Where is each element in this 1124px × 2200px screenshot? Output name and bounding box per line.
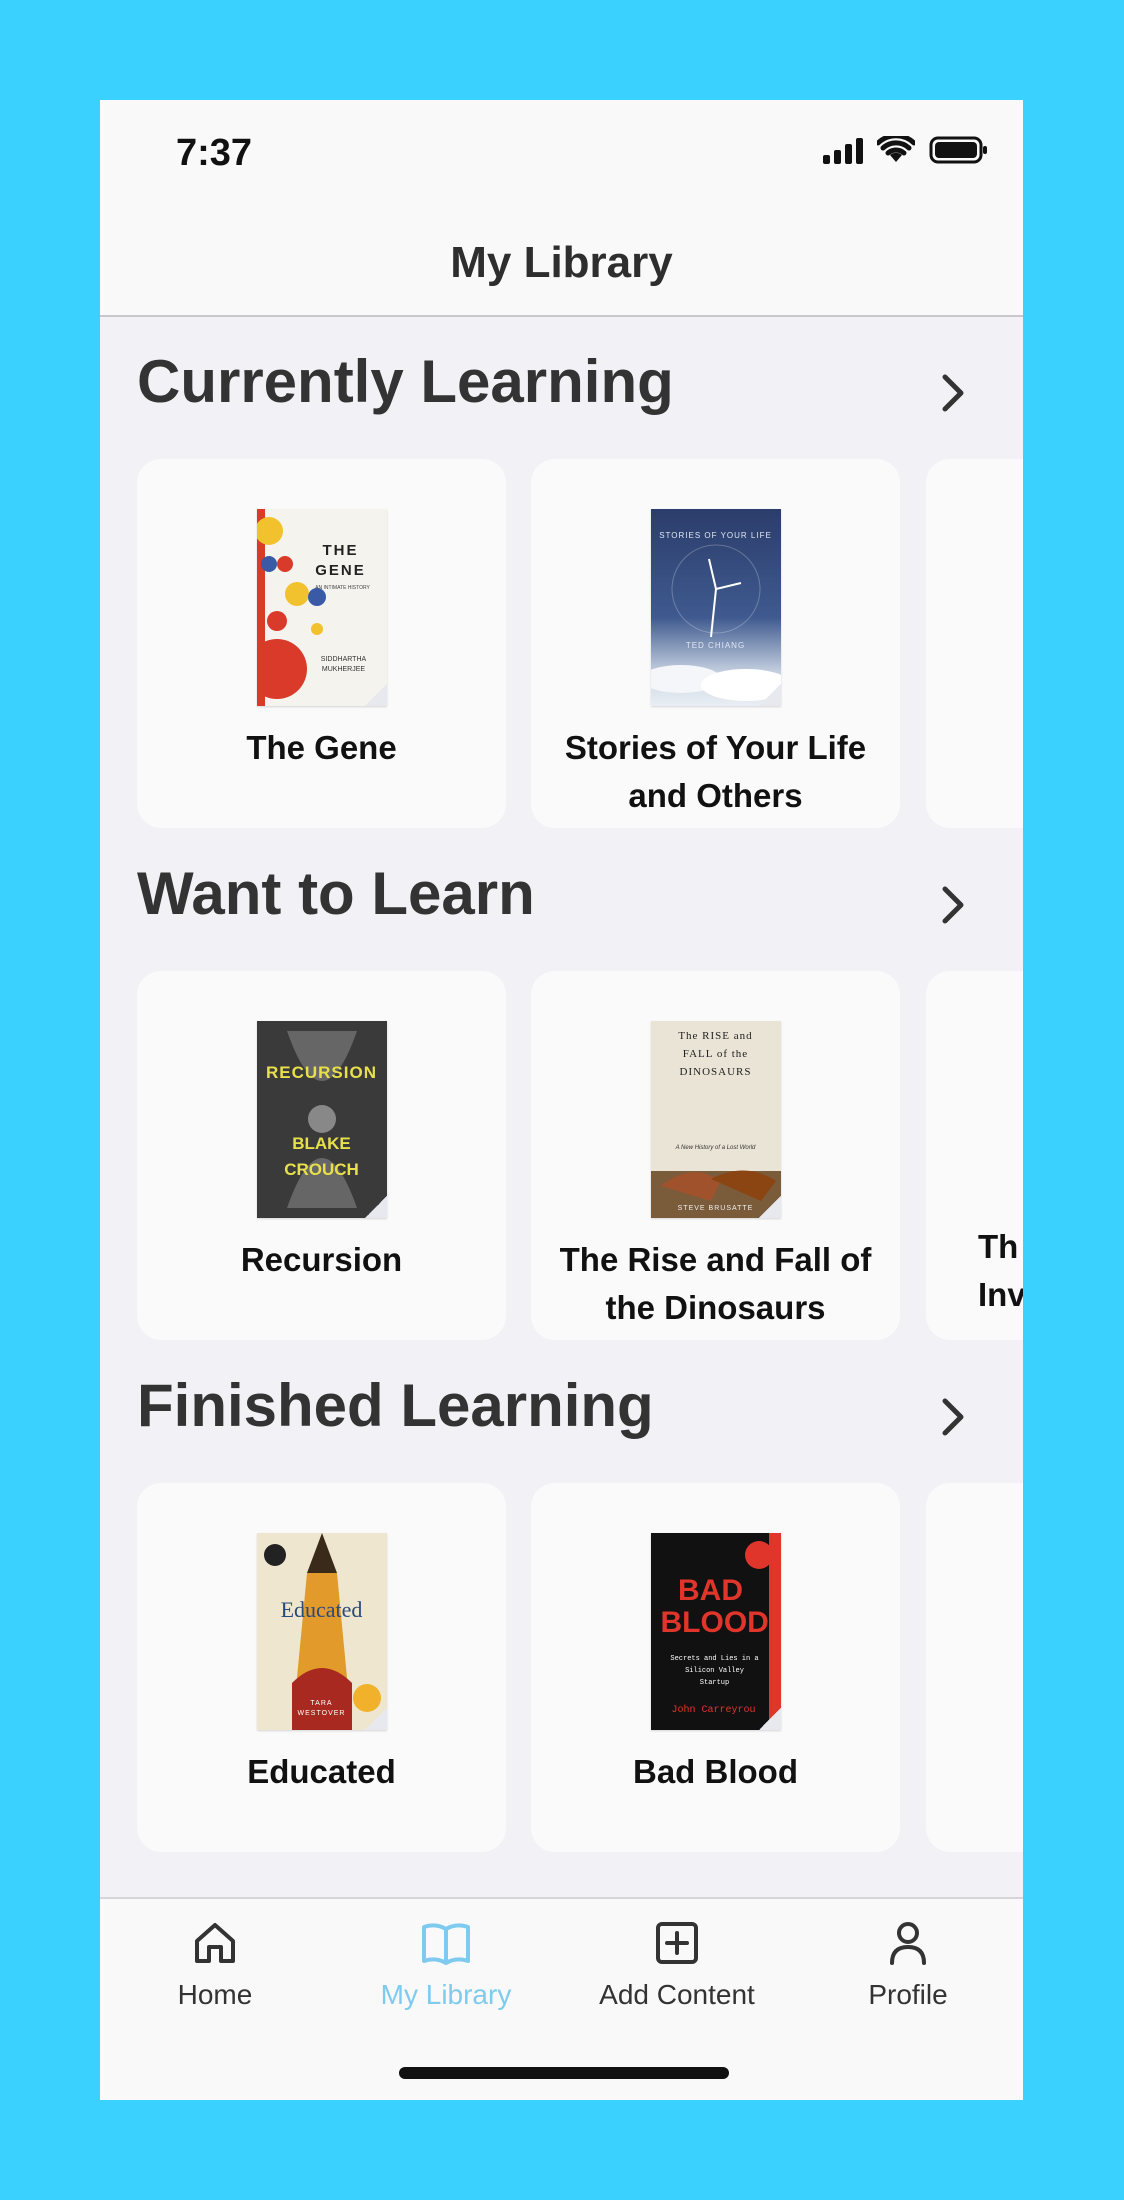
home-icon (195, 1923, 235, 1963)
cover-author: John Carreyrou (671, 1705, 756, 1716)
home-indicator (399, 2067, 729, 2079)
book-cover-image: THE GENE AN INTIMATE HISTORY SIDDHARTHA … (256, 509, 387, 706)
cover-headline: The RISE and FALL of the DINOSAURS (678, 1030, 753, 1078)
status-time: 7:37 (176, 132, 253, 174)
cover-headline: Educated (280, 1597, 363, 1622)
book-card[interactable]: BAD BLOOD Secrets and Lies in a Silicon … (531, 1483, 900, 1852)
tab-add-content[interactable]: Add Content (562, 1919, 792, 2011)
cover-author: STEVE BRUSATTE (677, 1205, 754, 1212)
cover-headline: RECURSION (265, 1063, 377, 1082)
page-title: My Library (450, 237, 673, 287)
chevron-right-icon[interactable] (933, 373, 973, 413)
cellular-signal-icon (823, 136, 863, 164)
book-card[interactable]: RECURSION BLAKE CROUCH Recursion (137, 971, 506, 1340)
cover-author: BLAKE CROUCH (284, 1134, 359, 1179)
tab-label: Add Content (599, 1979, 755, 2010)
tab-home[interactable]: Home (100, 1919, 330, 2011)
cover-subtitle: AN INTIMATE HISTORY (315, 585, 370, 591)
chevron-right-icon[interactable] (933, 1397, 973, 1437)
cover-subtitle: A New History of a Lost World (675, 1145, 756, 1151)
section-title: Currently Learning (137, 348, 674, 415)
section-header: Want to Learn (100, 829, 1023, 949)
tab-label: My Library (380, 1979, 512, 2010)
book-title: Recursion (240, 1241, 403, 1278)
tab-profile[interactable]: Profile (793, 1919, 1023, 2011)
book-title: Stories of Your Life and Others (564, 729, 867, 814)
book-title: The Rise and Fall of the Dinosaurs (559, 1241, 872, 1326)
page-curl (364, 684, 387, 706)
book-card[interactable]: STORIES OF YOUR LIFE TED CHIANG Stories … (531, 459, 900, 828)
section-header: Currently Learning (100, 317, 1023, 437)
cover-headline: BAD BLOOD (660, 1574, 769, 1639)
chevron-right-icon[interactable] (933, 885, 973, 925)
book-title: Bad Blood (633, 1753, 798, 1790)
section-header: Finished Learning (100, 1341, 1023, 1461)
cover-author: TARA WESTOVER (297, 1700, 346, 1717)
plus-square-icon (656, 1922, 698, 1964)
page-curl (364, 1196, 387, 1218)
person-icon (890, 1922, 926, 1965)
tab-label: Profile (868, 1979, 948, 2010)
book-cover-image: RECURSION BLAKE CROUCH (256, 1021, 387, 1218)
cover-author: TED CHIANG (685, 641, 746, 650)
section-want-to-learn: Want to Learn RECURSION BLAKE CROUCH Rec… (100, 829, 1023, 1340)
book-card-partial[interactable] (926, 1483, 1023, 1852)
book-title: Th Inv (978, 1228, 1023, 1313)
section-title: Finished Learning (137, 1372, 654, 1439)
book-title: The Gene (246, 729, 397, 766)
status-icons (823, 136, 989, 164)
cover-headline: STORIES OF YOUR LIFE (659, 531, 772, 540)
section-currently-learning: Currently Learning THE GENE AN INTIMATE … (100, 317, 1023, 828)
book-cover-image: Educated TARA WESTOVER (256, 1533, 387, 1730)
book-card[interactable]: The RISE and FALL of the DINOSAURS A New… (531, 971, 900, 1340)
book-card[interactable]: Educated TARA WESTOVER Educated (137, 1483, 506, 1852)
phone-screen: 7:37 My Library Currently Learning THE G… (100, 100, 1023, 2100)
book-cover-image: STORIES OF YOUR LIFE TED CHIANG (650, 509, 781, 706)
page-curl (364, 1708, 387, 1730)
status-bar: 7:37 (100, 100, 1023, 210)
section-finished-learning: Finished Learning Educated TARA WESTOVER… (100, 1341, 1023, 1852)
tab-label: Home (177, 1979, 253, 2010)
section-title: Want to Learn (137, 860, 535, 927)
library-content[interactable]: Currently Learning THE GENE AN INTIMATE … (100, 317, 1023, 1997)
cover-subtitle: Secrets and Lies in a Silicon Valley Sta… (670, 1655, 759, 1687)
book-card-partial[interactable]: Th Inv (926, 971, 1023, 1340)
battery-icon (929, 136, 987, 164)
book-icon (422, 1923, 470, 1965)
page-curl (758, 1708, 781, 1730)
cover-headline: THE GENE (315, 542, 366, 579)
book-title: Educated (247, 1753, 396, 1790)
book-cover-image: The RISE and FALL of the DINOSAURS A New… (650, 1021, 781, 1218)
cover-author: SIDDHARTHA MUKHERJEE (320, 656, 367, 673)
page-curl (758, 684, 781, 706)
tab-my-library[interactable]: My Library (331, 1919, 561, 2011)
page-curl (758, 1196, 781, 1218)
book-card[interactable]: THE GENE AN INTIMATE HISTORY SIDDHARTHA … (137, 459, 506, 828)
book-card-partial[interactable] (926, 459, 1023, 828)
wifi-icon (877, 136, 915, 162)
book-cover-image: BAD BLOOD Secrets and Lies in a Silicon … (650, 1533, 781, 1730)
nav-header: My Library (100, 210, 1023, 317)
